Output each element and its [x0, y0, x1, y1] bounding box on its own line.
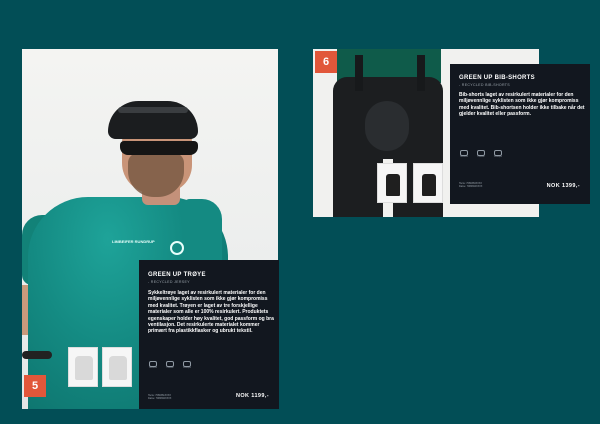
- recycle-icon: Resirkulert: [148, 361, 158, 373]
- jersey-info-panel: GREEN UP TRØYE - RECYCLED JERSEY Sykkelt…: [139, 260, 279, 409]
- product-description: Bib-shorts laget av resirkulert material…: [459, 92, 585, 118]
- bib-strap: [417, 55, 425, 91]
- bib-shorts-info-panel: GREEN UP BIB-SHORTS - RECYCLED BIB-SHORT…: [450, 64, 590, 204]
- helmet-vent: [118, 107, 188, 113]
- product-subtitle: - RECYCLED BIB-SHORTS: [459, 83, 510, 87]
- product-title: GREEN UP TRØYE: [148, 272, 206, 278]
- jersey-thumbnail-back[interactable]: [102, 347, 132, 387]
- page-number: 6: [315, 51, 337, 73]
- shorts-thumbnail-back[interactable]: [413, 163, 443, 203]
- article-numbers: Herre: 7080363XXXX Dame: 7080364XXXX: [459, 182, 483, 188]
- ventilation-icon: Ventilasjon: [182, 361, 192, 373]
- shorts-thumbnail-front[interactable]: [377, 163, 407, 203]
- bib-strap: [355, 55, 363, 91]
- page-number: 5: [24, 375, 46, 397]
- sunglasses: [120, 141, 198, 155]
- jersey-chest-print: LIMBEIFER RUNDRUP: [112, 239, 155, 244]
- article-numbers: Herre: 7080361XXXX Dame: 7080362XXXX: [148, 394, 172, 400]
- product-price: NOK 1199,-: [235, 393, 269, 399]
- product-title: GREEN UP BIB-SHORTS: [459, 75, 535, 81]
- product-subtitle: - RECYCLED JERSEY: [148, 280, 190, 284]
- shorts-chamois: [365, 101, 409, 151]
- fit-icon: Passform: [165, 361, 175, 373]
- fit-icon: Passform: [476, 150, 486, 162]
- product-price: NOK 1399,-: [546, 183, 580, 189]
- recycle-icon: Resirkulert: [459, 150, 469, 162]
- feature-icons: Resirkulert Passform Ventilasjon: [459, 150, 503, 162]
- ventilation-icon: Ventilasjon: [493, 150, 503, 162]
- product-description: Sykkeltrøye laget av resirkulert materia…: [148, 290, 274, 335]
- feature-icons: Resirkulert Passform Ventilasjon: [148, 361, 192, 373]
- jersey-logo-icon: [170, 241, 184, 255]
- handlebar: [22, 351, 52, 359]
- jersey-thumbnail-front[interactable]: [68, 347, 98, 387]
